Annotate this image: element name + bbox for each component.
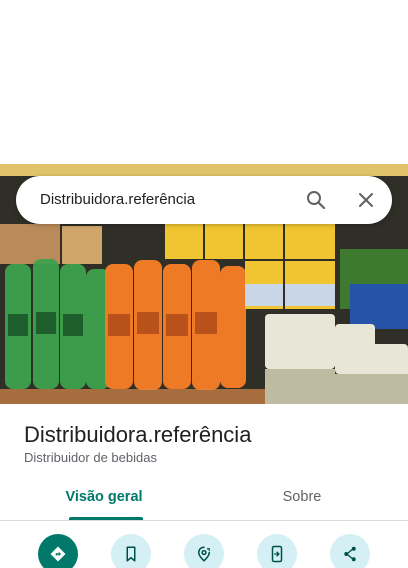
share-icon	[344, 546, 356, 562]
directions-button[interactable]	[38, 534, 78, 568]
place-category[interactable]: Distribuidor de bebidas	[24, 450, 157, 465]
nearby-button[interactable]	[184, 534, 224, 568]
send-to-phone-button[interactable]	[257, 534, 297, 568]
active-tab-indicator	[69, 517, 143, 520]
bookmark-icon	[126, 546, 136, 562]
tab-overview[interactable]: Visão geral	[2, 478, 206, 520]
nearby-icon	[197, 546, 210, 562]
share-button[interactable]	[330, 534, 370, 568]
tab-bar: Visão geral Sobre	[0, 478, 408, 521]
close-icon[interactable]	[354, 188, 378, 212]
send-to-phone-icon	[271, 545, 283, 563]
search-bar[interactable]: Distribuidora.referência	[16, 176, 392, 224]
directions-icon	[50, 546, 66, 562]
search-query-text[interactable]: Distribuidora.referência	[40, 191, 195, 208]
place-title: Distribuidora.referência	[24, 422, 252, 447]
tab-about[interactable]: Sobre	[200, 478, 404, 520]
search-icon[interactable]	[304, 188, 328, 212]
save-button[interactable]	[111, 534, 151, 568]
map-blank-area	[0, 0, 408, 164]
action-buttons-row	[0, 534, 408, 568]
